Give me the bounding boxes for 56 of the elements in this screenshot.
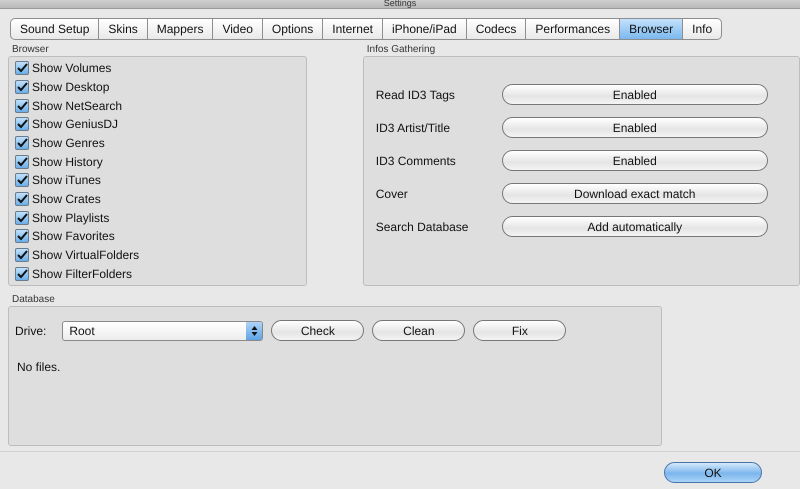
status-text: No files. <box>17 360 62 374</box>
checkbox[interactable] <box>15 61 29 76</box>
tab[interactable]: Performances <box>525 18 620 40</box>
checkbox[interactable] <box>15 154 29 169</box>
tab[interactable]: Info <box>682 18 722 40</box>
option-button[interactable]: Download exact match <box>502 183 768 204</box>
checkbox[interactable] <box>15 248 29 262</box>
checkbox-label: Show Playlists <box>32 210 110 225</box>
option-button[interactable]: Add automatically <box>502 216 768 237</box>
checkbox-label: Show NetSearch <box>32 98 122 113</box>
option-button[interactable]: Enabled <box>502 150 768 171</box>
drive-label: Drive: <box>15 324 46 338</box>
tab[interactable]: Video <box>212 18 262 40</box>
checkbox-label: Show History <box>32 154 103 169</box>
group-caption: Database <box>11 294 56 306</box>
option-button[interactable]: Enabled <box>502 117 768 138</box>
tab[interactable]: Mappers <box>146 18 212 40</box>
drive-dropdown[interactable]: Root <box>62 320 264 340</box>
checkbox-label: Show VirtualFolders <box>32 248 140 262</box>
tab[interactable]: Internet <box>322 18 382 40</box>
tab[interactable]: Skins <box>98 18 147 40</box>
action-button[interactable]: Clean <box>372 320 466 341</box>
checkbox[interactable] <box>15 136 29 150</box>
tab[interactable]: Options <box>262 18 322 40</box>
checkbox-label: Show Volumes <box>32 61 112 76</box>
checkbox[interactable] <box>15 266 29 281</box>
setting-label: Cover <box>376 186 409 200</box>
checkbox[interactable] <box>15 117 29 132</box>
checkbox[interactable] <box>15 98 29 113</box>
action-button[interactable]: Check <box>271 320 364 341</box>
checkbox-label: Show GeniusDJ <box>32 117 118 132</box>
tab[interactable]: iPhone/iPad <box>382 18 466 40</box>
setting-label: Search Database <box>376 220 470 234</box>
ok-button[interactable]: OK <box>664 462 762 483</box>
checkbox[interactable] <box>15 80 29 94</box>
checkbox-label: Show Desktop <box>32 80 110 94</box>
checkbox-label: Show Genres <box>32 136 105 150</box>
group-caption: Browser <box>11 44 50 56</box>
checkbox-label: Show iTunes <box>32 173 101 188</box>
option-button[interactable]: Enabled <box>502 84 768 105</box>
group-caption: Infos Gathering <box>366 44 436 56</box>
checkbox-label: Show Favorites <box>32 229 115 244</box>
checkbox[interactable] <box>15 192 29 206</box>
checkbox-label: Show FilterFolders <box>32 266 132 281</box>
checkbox-label: Show Crates <box>32 192 101 206</box>
action-button[interactable]: Fix <box>473 320 566 341</box>
tab[interactable]: Browser <box>619 18 682 40</box>
setting-label: ID3 Comments <box>376 154 457 168</box>
checkbox[interactable] <box>15 229 29 244</box>
checkbox[interactable] <box>15 173 29 188</box>
tab[interactable]: Sound Setup <box>10 18 98 40</box>
stepper-icon <box>246 322 262 340</box>
checkbox[interactable] <box>15 210 29 225</box>
tab[interactable]: Codecs <box>466 18 526 40</box>
setting-label: Read ID3 Tags <box>376 88 456 102</box>
setting-label: ID3 Artist/Title <box>376 120 451 134</box>
